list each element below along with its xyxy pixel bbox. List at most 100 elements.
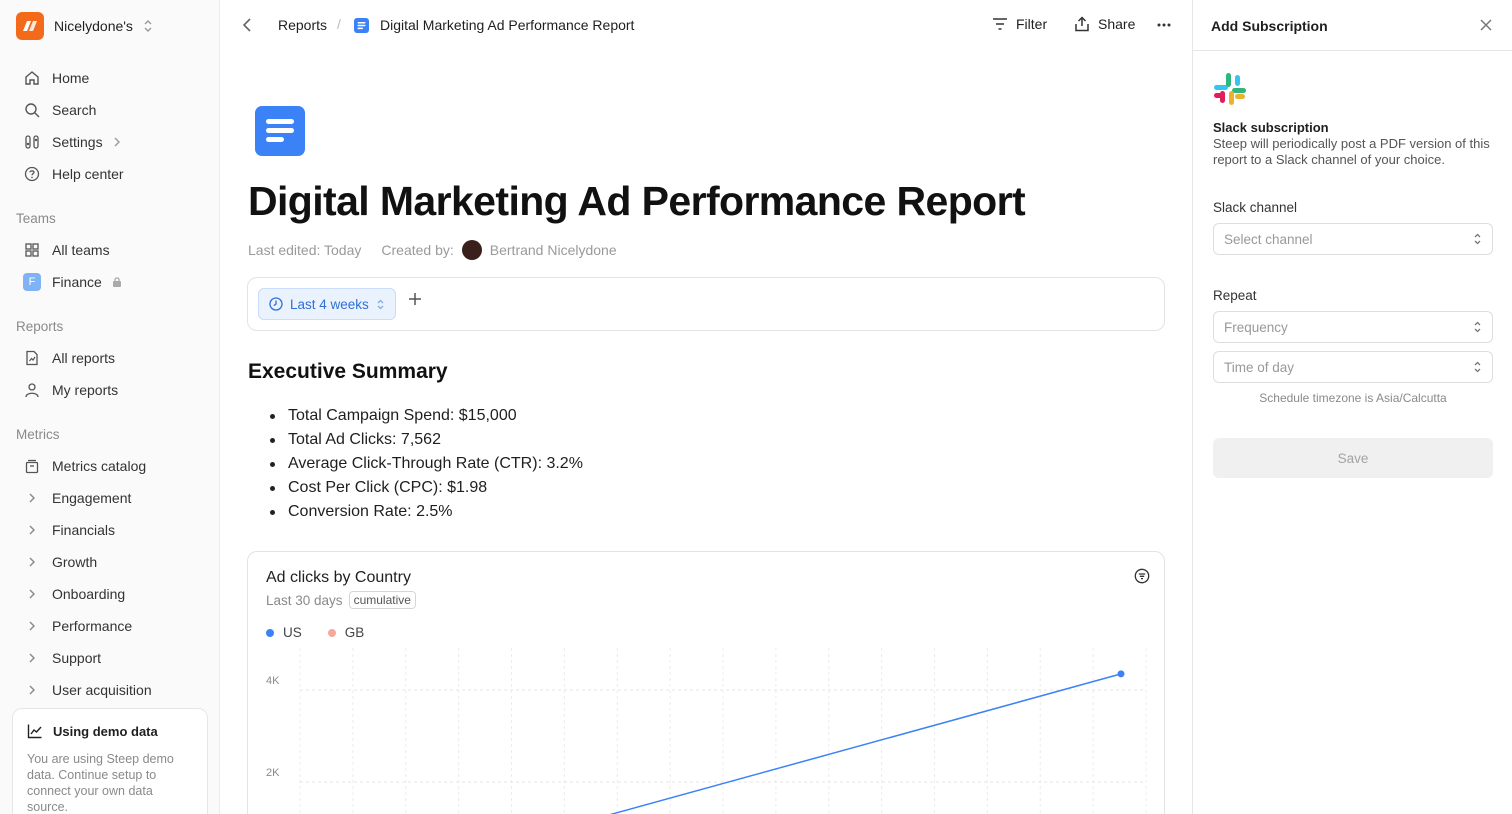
- chart-period: Last 30 days: [266, 592, 343, 608]
- workspace-switcher[interactable]: Nicelydone's: [16, 12, 153, 40]
- chevron-right-icon: [22, 556, 42, 568]
- list-item: Cost Per Click (CPC): $1.98: [270, 476, 583, 500]
- chart-subtitle: Last 30 days cumulative: [266, 591, 416, 609]
- series-line-us: [609, 673, 1122, 814]
- sidebar-item-label: Financials: [52, 522, 116, 538]
- sidebar-item-label: All reports: [52, 350, 116, 366]
- data-point-us: [1117, 670, 1125, 678]
- slack-logo-icon: [1214, 73, 1246, 105]
- legend-dot-us: [266, 628, 274, 637]
- legend-label-gb[interactable]: GB: [345, 625, 365, 640]
- subscription-title: Slack subscription: [1213, 120, 1329, 135]
- created-by-label: Created by:: [381, 242, 454, 258]
- repeat-label: Repeat: [1213, 288, 1257, 303]
- user-icon: [22, 382, 42, 398]
- sidebar-item-label: Onboarding: [52, 586, 126, 602]
- date-range-filter[interactable]: Last 4 weeks: [258, 288, 396, 320]
- add-subscription-panel: Add Subscription Slack subscription Stee…: [1192, 0, 1512, 814]
- chevron-right-icon: [22, 684, 42, 696]
- chevron-updown-icon: [1474, 233, 1481, 245]
- team-badge: F: [22, 273, 42, 291]
- report-document-icon: [255, 106, 305, 156]
- sidebar-item-label: All teams: [52, 242, 110, 258]
- sidebar-item-engagement[interactable]: Engagement: [16, 484, 206, 512]
- sidebar-item-label: Help center: [52, 166, 124, 182]
- list-item: Conversion Rate: 2.5%: [270, 500, 583, 524]
- sidebar-item-search[interactable]: Search: [16, 96, 206, 124]
- sidebar-item-growth[interactable]: Growth: [16, 548, 206, 576]
- sidebar-item-onboarding[interactable]: Onboarding: [16, 580, 206, 608]
- demo-description: You are using Steep demo data. Continue …: [27, 752, 174, 814]
- sidebar-item-label: Growth: [52, 554, 98, 570]
- sidebar-item-support[interactable]: Support: [16, 644, 206, 672]
- breadcrumb-reports[interactable]: Reports: [278, 17, 327, 33]
- sidebar-item-my-reports[interactable]: My reports: [16, 376, 206, 404]
- share-button[interactable]: Share: [1074, 16, 1135, 32]
- sidebar-item-home[interactable]: Home: [16, 64, 206, 92]
- settings-icon: [22, 134, 42, 150]
- sidebar-item-label: Metrics catalog: [52, 458, 147, 474]
- more-options-icon[interactable]: [1156, 14, 1172, 34]
- timezone-note: Schedule timezone is Asia/Calcutta: [1259, 391, 1447, 405]
- frequency-select[interactable]: Frequency: [1213, 311, 1493, 343]
- filter-button[interactable]: Filter: [992, 16, 1047, 32]
- section-heading: Executive Summary: [248, 360, 448, 383]
- chevron-right-icon: [22, 620, 42, 632]
- sidebar-item-performance[interactable]: Performance: [16, 612, 206, 640]
- sidebar-item-all-reports[interactable]: All reports: [16, 344, 206, 372]
- sidebar-item-settings[interactable]: Settings: [16, 128, 206, 156]
- chart-title: Ad clicks by Country: [266, 569, 411, 586]
- help-icon: [22, 166, 42, 182]
- list-item: Total Ad Clicks: 7,562: [270, 428, 583, 452]
- back-arrow-icon[interactable]: [240, 16, 254, 34]
- sidebar-item-label: Home: [52, 70, 90, 86]
- search-icon: [22, 102, 42, 118]
- panel-title: Add Subscription: [1211, 18, 1328, 34]
- demo-data-card[interactable]: Using demo data You are using Steep demo…: [12, 708, 208, 814]
- add-filter-icon[interactable]: [408, 292, 422, 306]
- save-button[interactable]: Save: [1213, 438, 1493, 478]
- time-of-day-select[interactable]: Time of day: [1213, 351, 1493, 383]
- breadcrumb-current: Digital Marketing Ad Performance Report: [380, 17, 635, 33]
- demo-title: Using demo data: [53, 723, 158, 739]
- chevron-updown-icon: [1474, 321, 1481, 333]
- home-icon: [22, 70, 42, 86]
- chevron-right-icon: [22, 524, 42, 536]
- close-icon[interactable]: [1478, 17, 1494, 33]
- panel-header: Add Subscription: [1193, 0, 1512, 51]
- sidebar-item-all-teams[interactable]: All teams: [16, 236, 206, 264]
- chevron-updown-icon: [144, 20, 152, 32]
- legend-label-us[interactable]: US: [283, 625, 302, 640]
- sidebar-item-help-center[interactable]: Help center: [16, 160, 206, 188]
- catalog-icon: [22, 458, 42, 474]
- breadcrumb-separator: /: [337, 16, 341, 32]
- report-meta: Last edited: Today Created by: Bertrand …: [248, 240, 617, 260]
- select-placeholder: Time of day: [1224, 359, 1295, 375]
- slack-channel-select[interactable]: Select channel: [1213, 223, 1493, 255]
- line-chart: 4K 2K: [266, 648, 1147, 814]
- top-bar: Reports / Digital Marketing Ad Performan…: [220, 0, 1192, 52]
- sidebar-item-metrics-catalog[interactable]: Metrics catalog: [16, 452, 206, 480]
- lock-icon: [112, 277, 121, 287]
- chart-card: Ad clicks by Country Last 30 days cumula…: [247, 551, 1165, 814]
- chart-filter-icon[interactable]: [1134, 568, 1150, 584]
- document-icon: [354, 18, 369, 33]
- sidebar-item-user-acquisition[interactable]: User acquisition: [16, 676, 206, 704]
- sidebar-item-label: Finance: [52, 274, 102, 290]
- avatar: [461, 240, 482, 260]
- chart-legend: US GB: [266, 625, 364, 640]
- chevron-right-icon: [22, 652, 42, 664]
- sidebar-item-label: Performance: [52, 618, 133, 634]
- sidebar-item-label: Settings: [52, 134, 103, 150]
- sidebar-item-label: Support: [52, 650, 102, 666]
- section-heading-reports: Reports: [16, 319, 64, 334]
- trend-chart-icon: [27, 724, 42, 739]
- summary-list: Total Campaign Spend: $15,000 Total Ad C…: [270, 404, 583, 524]
- sidebar-item-financials[interactable]: Financials: [16, 516, 206, 544]
- filter-bar: Last 4 weeks: [247, 277, 1165, 331]
- sidebar-item-finance[interactable]: F Finance: [16, 268, 206, 296]
- y-tick-label: 2K: [266, 767, 280, 779]
- section-heading-metrics: Metrics: [16, 427, 60, 442]
- list-item: Total Campaign Spend: $15,000: [270, 404, 583, 428]
- last-edited: Last edited: Today: [248, 242, 362, 258]
